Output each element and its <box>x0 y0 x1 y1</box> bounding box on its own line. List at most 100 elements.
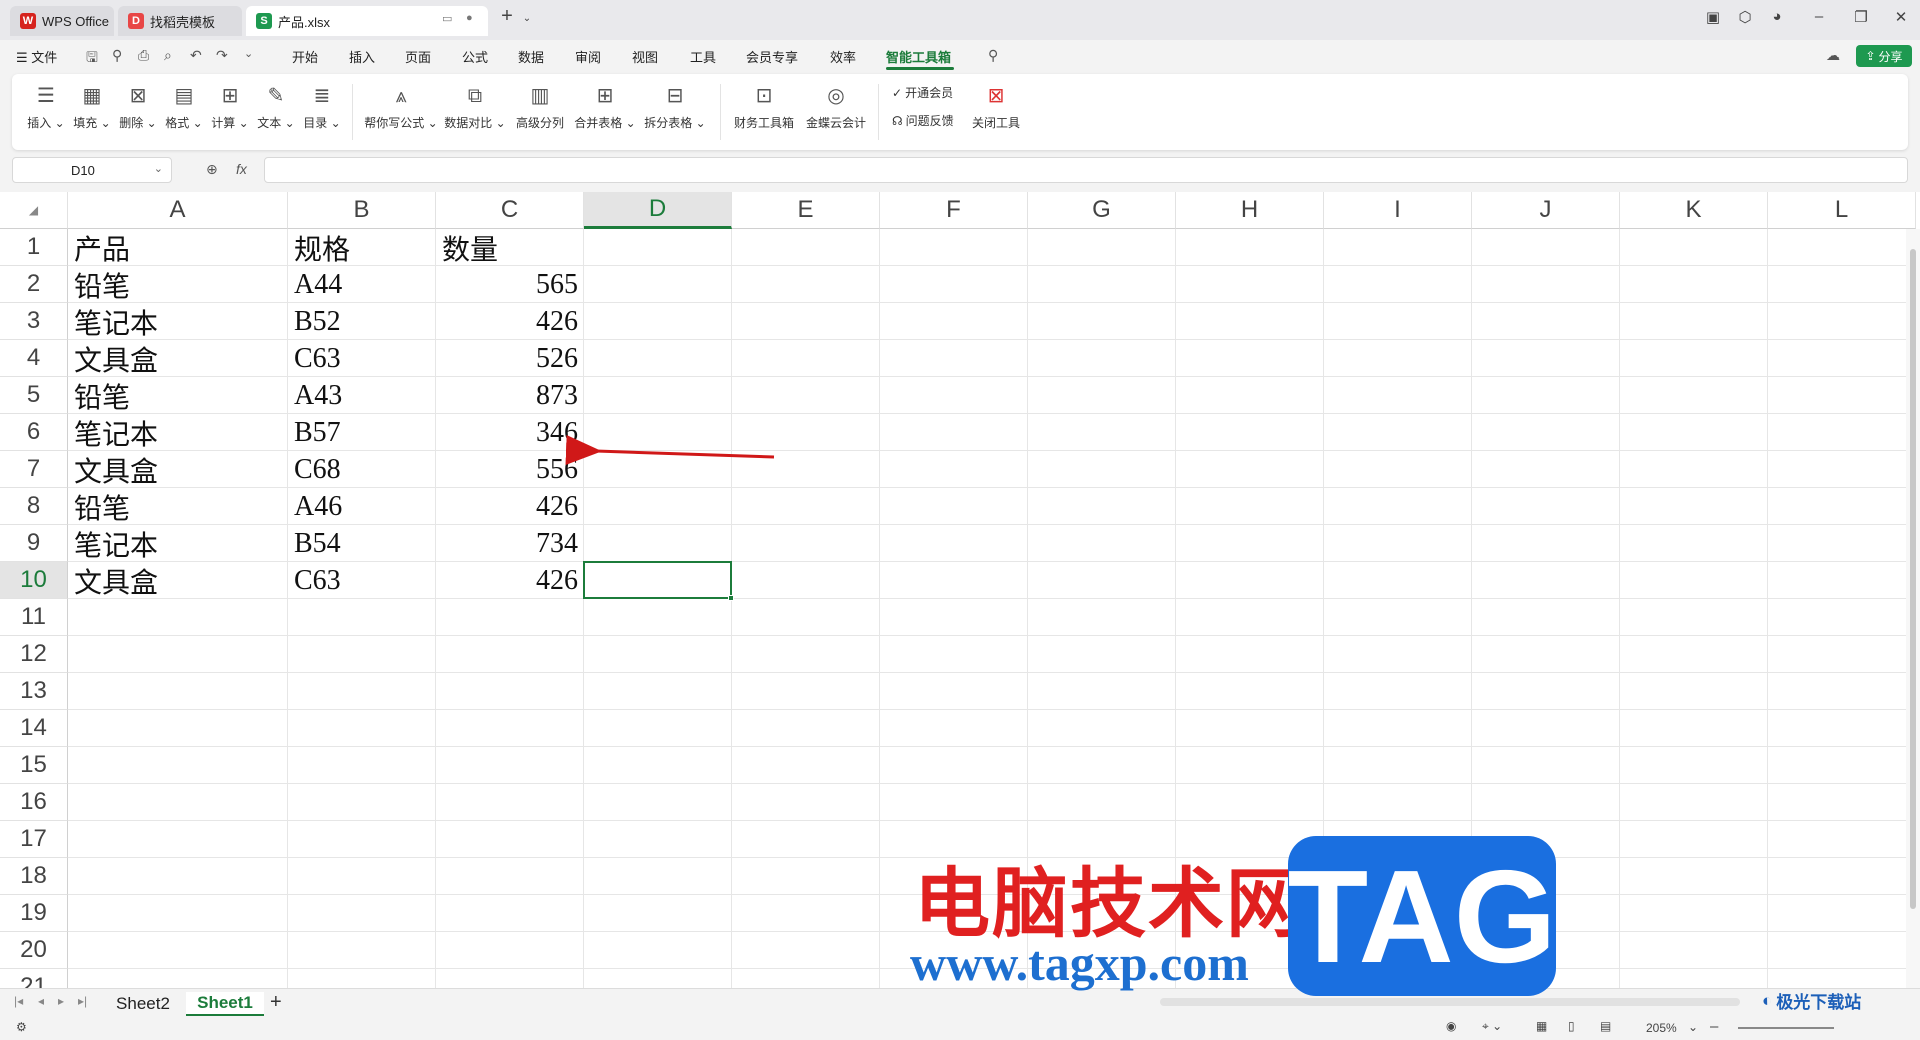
search-icon[interactable]: ⚲ <box>988 47 998 64</box>
print-preview-icon[interactable]: ⌕ <box>164 47 172 64</box>
cell-b5[interactable]: A43 <box>288 377 436 414</box>
column-header-a[interactable]: A <box>68 192 288 229</box>
row-header-8[interactable]: 8 <box>0 488 68 525</box>
menu-tools[interactable]: 工具 <box>690 47 716 66</box>
format-button[interactable]: ▤ 格式 ⌄ <box>164 84 204 131</box>
column-header-d[interactable]: D <box>584 192 732 229</box>
add-sheet-icon[interactable]: + <box>270 991 282 1014</box>
chevron-down-icon[interactable]: ⌄ <box>514 13 540 24</box>
selected-cell-d10[interactable] <box>583 561 732 599</box>
split-tables-button[interactable]: ⊟ 拆分表格 ⌄ <box>644 84 706 131</box>
sheet-tab-sheet1[interactable]: Sheet1 <box>186 992 264 1016</box>
cube-icon[interactable]: ⬡ <box>1732 8 1758 26</box>
column-header-c[interactable]: C <box>436 192 584 229</box>
cell-b1[interactable]: 规格 <box>288 229 436 266</box>
row-header-9[interactable]: 9 <box>0 525 68 562</box>
calculate-button[interactable]: ⊞ 计算 ⌄ <box>210 84 250 131</box>
cell-c7[interactable]: 556 <box>436 451 584 488</box>
cell-a2[interactable]: 铅笔 <box>68 266 288 303</box>
page-layout-icon[interactable]: ▯ <box>1568 1019 1575 1033</box>
row-header-21[interactable]: 21 <box>0 969 68 988</box>
cell-c2[interactable]: 565 <box>436 266 584 303</box>
row-header-12[interactable]: 12 <box>0 636 68 673</box>
tab-wps-office[interactable]: W WPS Office <box>10 6 114 36</box>
normal-view-icon[interactable]: ▦ <box>1536 1019 1547 1033</box>
cell-b7[interactable]: C68 <box>288 451 436 488</box>
layout-icon[interactable]: ▣ <box>1700 8 1726 26</box>
avatar[interactable]: ◕ <box>1764 8 1790 25</box>
column-header-g[interactable]: G <box>1028 192 1176 229</box>
cell-a4[interactable]: 文具盒 <box>68 340 288 377</box>
cell-a9[interactable]: 笔记本 <box>68 525 288 562</box>
restore-icon[interactable]: ❐ <box>1848 8 1874 26</box>
cell-a8[interactable]: 铅笔 <box>68 488 288 525</box>
cell-b8[interactable]: A46 <box>288 488 436 525</box>
finance-toolbox-button[interactable]: ⊡ 财务工具箱 <box>732 84 796 131</box>
menu-data[interactable]: 数据 <box>518 47 544 66</box>
column-header-i[interactable]: I <box>1324 192 1472 229</box>
cell-c8[interactable]: 426 <box>436 488 584 525</box>
link-icon[interactable]: ⚲ <box>112 47 122 64</box>
zoom-search-icon[interactable]: ⊕ <box>206 161 218 178</box>
page-break-icon[interactable]: ▤ <box>1600 1019 1611 1033</box>
last-sheet-icon[interactable]: ▸| <box>78 994 87 1008</box>
fill-button[interactable]: ▦ 填充 ⌄ <box>72 84 112 131</box>
kingdee-button[interactable]: ◎ 金蝶云会计 <box>804 84 868 131</box>
prev-sheet-icon[interactable]: ◂ <box>38 994 44 1008</box>
data-compare-button[interactable]: ⧉ 数据对比 ⌄ <box>444 84 506 131</box>
cell-c1[interactable]: 数量 <box>436 229 584 266</box>
insert-button[interactable]: ☰ 插入 ⌄ <box>26 84 66 131</box>
vertical-scrollbar[interactable] <box>1906 229 1920 988</box>
row-header-1[interactable]: 1 <box>0 229 68 266</box>
close-icon[interactable]: ✕ <box>1888 8 1914 26</box>
column-header-f[interactable]: F <box>880 192 1028 229</box>
row-header-11[interactable]: 11 <box>0 599 68 636</box>
minimize-icon[interactable]: – <box>1806 8 1832 25</box>
cell-a6[interactable]: 笔记本 <box>68 414 288 451</box>
cell-c5[interactable]: 873 <box>436 377 584 414</box>
cell-c10[interactable]: 426 <box>436 562 584 599</box>
row-header-13[interactable]: 13 <box>0 673 68 710</box>
undo-icon[interactable]: ↶ <box>190 47 202 64</box>
share-button[interactable]: ⇪ 分享 <box>1856 45 1912 67</box>
column-header-k[interactable]: K <box>1620 192 1768 229</box>
focus-mode-icon[interactable]: ⌖ ⌄ <box>1482 1019 1502 1034</box>
cell-b9[interactable]: B54 <box>288 525 436 562</box>
macro-icon[interactable]: ⚙ <box>16 1020 27 1034</box>
toc-button[interactable]: ≣ 目录 ⌄ <box>302 84 342 131</box>
row-header-5[interactable]: 5 <box>0 377 68 414</box>
cell-c9[interactable]: 734 <box>436 525 584 562</box>
menu-smart-toolbox[interactable]: 智能工具箱 <box>886 47 951 66</box>
print-icon[interactable]: ⎙ <box>138 47 149 64</box>
formula-helper-button[interactable]: ⩓ 帮你写公式 ⌄ <box>364 84 438 131</box>
column-header-l[interactable]: L <box>1768 192 1916 229</box>
tab-product-xlsx[interactable]: S 产品.xlsx ▭ ● <box>246 6 488 36</box>
text-button[interactable]: ✎ 文本 ⌄ <box>256 84 296 131</box>
cloud-icon[interactable]: ☁ <box>1826 47 1840 64</box>
chevron-down-icon[interactable]: ⌄ <box>154 162 163 175</box>
row-header-14[interactable]: 14 <box>0 710 68 747</box>
cell-a3[interactable]: 笔记本 <box>68 303 288 340</box>
column-header-j[interactable]: J <box>1472 192 1620 229</box>
name-box[interactable]: D10 ⌄ <box>12 157 172 183</box>
chevron-down-icon[interactable]: ⌄ <box>244 47 253 60</box>
eye-protection-icon[interactable]: ◉ <box>1446 1019 1456 1033</box>
open-member-button[interactable]: ✓ 开通会员 <box>892 84 953 101</box>
column-header-h[interactable]: H <box>1176 192 1324 229</box>
row-header-3[interactable]: 3 <box>0 303 68 340</box>
row-header-16[interactable]: 16 <box>0 784 68 821</box>
cell-a1[interactable]: 产品 <box>68 229 288 266</box>
zoom-out-icon[interactable]: – <box>1710 1018 1718 1035</box>
row-header-4[interactable]: 4 <box>0 340 68 377</box>
menu-home[interactable]: 开始 <box>292 47 318 66</box>
close-tools-button[interactable]: ⊠ 关闭工具 <box>970 84 1022 131</box>
cell-c6[interactable]: 346 <box>436 414 584 451</box>
save-icon[interactable]: 🖫 <box>86 47 98 71</box>
menu-efficiency[interactable]: 效率 <box>830 47 856 66</box>
row-header-10[interactable]: 10 <box>0 562 68 599</box>
column-header-e[interactable]: E <box>732 192 880 229</box>
cell-a10[interactable]: 文具盒 <box>68 562 288 599</box>
cell-c3[interactable]: 426 <box>436 303 584 340</box>
fx-icon[interactable]: fx <box>236 161 247 177</box>
menu-insert[interactable]: 插入 <box>349 47 375 66</box>
